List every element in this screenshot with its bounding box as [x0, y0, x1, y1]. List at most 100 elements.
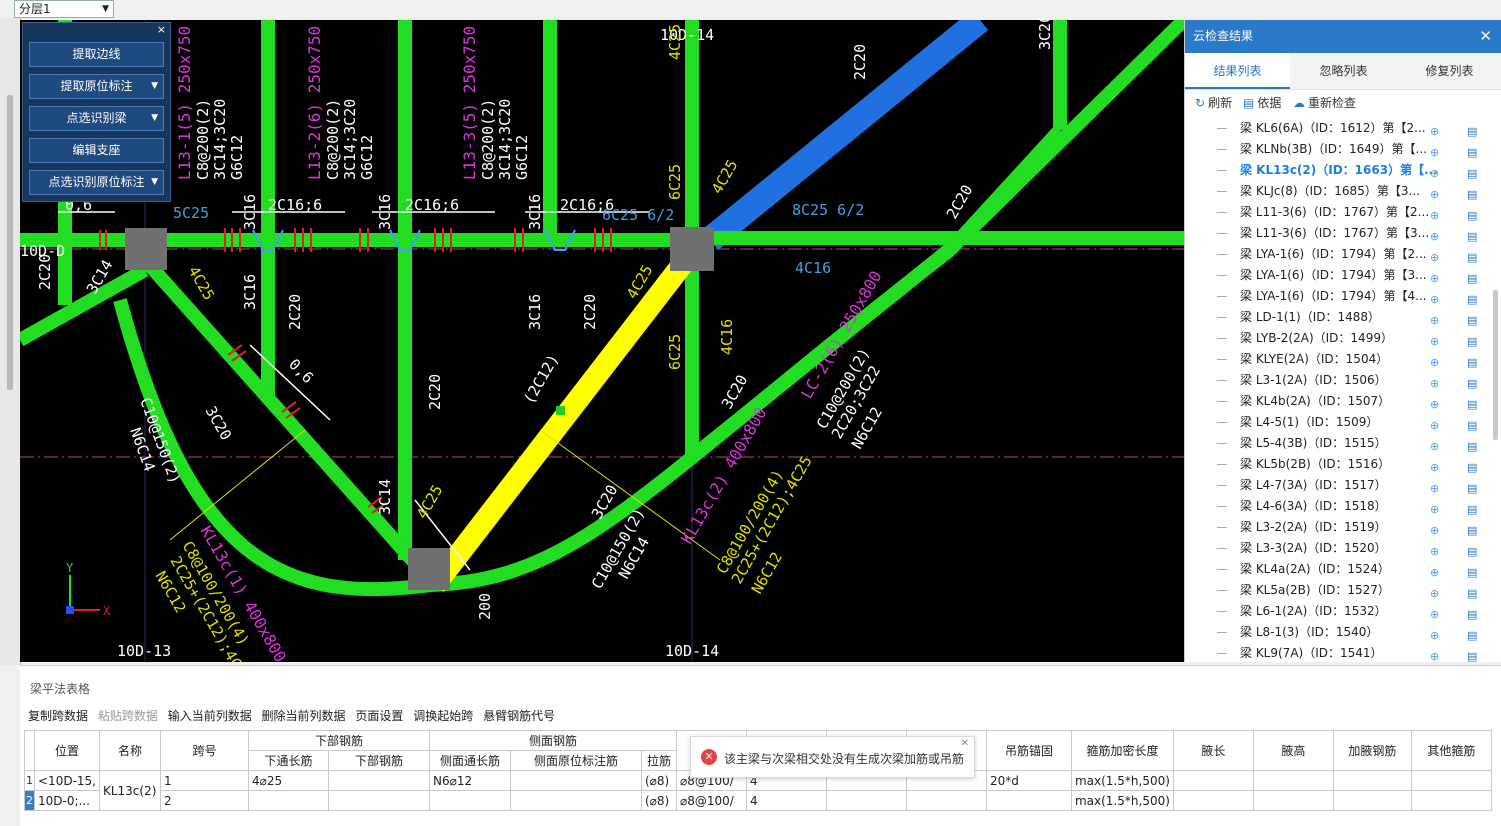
tab-fixed[interactable]: 修复列表: [1397, 53, 1501, 89]
cell[interactable]: [1332, 790, 1412, 811]
result-item[interactable]: 梁 L3-3(2A)（ID：1520） ⊕ ▤: [1185, 538, 1485, 559]
cell-hanger-anchor[interactable]: 20*d: [985, 770, 1072, 791]
cell-stirrup[interactable]: ⌀8@100/: [675, 790, 747, 811]
page-setup-button[interactable]: 页面设置: [355, 709, 403, 723]
paste-span-button[interactable]: 粘贴跨数据: [98, 709, 158, 723]
close-icon[interactable]: ×: [157, 23, 166, 36]
result-item[interactable]: 梁 L4-5(1)（ID：1509） ⊕ ▤: [1185, 412, 1485, 433]
button-label: 提取边线: [72, 47, 121, 61]
chevron-down-icon[interactable]: ▼: [151, 171, 158, 194]
result-item[interactable]: 梁 KL5a(2B)（ID：1527） ⊕ ▤: [1185, 580, 1485, 601]
cell-span[interactable]: 2: [159, 790, 249, 811]
result-item[interactable]: 梁 KLYE(2A)（ID：1504） ⊕ ▤: [1185, 349, 1485, 370]
basis-button[interactable]: ▤ 依据: [1243, 91, 1281, 115]
cell-tie[interactable]: (⌀8): [640, 790, 677, 811]
cell[interactable]: [905, 790, 987, 811]
table-row[interactable]: 2 10D-0;... 2 (⌀8) ⌀8@100/ 4 max(1.5*h,5…: [24, 790, 1492, 811]
refresh-button[interactable]: ↻ 刷新: [1195, 91, 1232, 115]
edit-support-button[interactable]: 编辑支座: [29, 138, 164, 163]
rebar-label: 3C14: [376, 479, 394, 515]
cell-dense-length[interactable]: max(1.5*h,500): [1070, 790, 1174, 811]
result-item-label: 梁 L5-4(3B)（ID：1515）: [1240, 436, 1387, 450]
pick-identify-beam-button[interactable]: 点选识别梁 ▼: [29, 106, 164, 131]
result-item[interactable]: 梁 LYB-2(2A)（ID：1499） ⊕ ▤: [1185, 328, 1485, 349]
recheck-button[interactable]: ☁ 重新检查: [1293, 91, 1356, 115]
cell-bottom-bar[interactable]: [327, 770, 430, 791]
input-column-button[interactable]: 输入当前列数据: [168, 709, 252, 723]
result-item[interactable]: 梁 LD-1(1)（ID：1488） ⊕ ▤: [1185, 307, 1485, 328]
result-item-label: 梁 L3-1(2A)（ID：1506）: [1240, 373, 1387, 387]
extract-in-situ-button[interactable]: 提取原位标注 ▼: [29, 74, 164, 99]
cell[interactable]: [1410, 770, 1492, 791]
left-scrollbar[interactable]: [7, 95, 13, 390]
cell[interactable]: [1172, 770, 1254, 791]
cell[interactable]: [1332, 770, 1412, 791]
cell-span[interactable]: 1: [159, 770, 249, 791]
cell[interactable]: [1252, 790, 1334, 811]
result-item[interactable]: 梁 KL9(7A)（ID：1541） ⊕ ▤: [1185, 643, 1485, 662]
result-item[interactable]: 梁 L3-2(2A)（ID：1519） ⊕ ▤: [1185, 517, 1485, 538]
rebar-label: 3C16: [376, 194, 394, 230]
result-item[interactable]: 梁 KL13c(2)（ID：1663）第【... ⊕ ▤: [1185, 160, 1485, 181]
cell-side-orig[interactable]: [509, 770, 642, 791]
rebar-label: 8C25 6/2: [792, 201, 864, 219]
result-item[interactable]: 梁 LYA-1(6)（ID：1794）第【2... ⊕ ▤: [1185, 244, 1485, 265]
rebar-label: 5C25: [173, 204, 209, 222]
cell-name[interactable]: KL13c(2): [98, 770, 161, 811]
cell-bottom-through[interactable]: [247, 790, 329, 811]
chevron-down-icon[interactable]: ▼: [151, 107, 158, 130]
delete-column-button[interactable]: 删除当前列数据: [262, 709, 346, 723]
result-item[interactable]: 梁 L11-3(6)（ID：1767）第【2... ⊕ ▤: [1185, 202, 1485, 223]
tab-ignored[interactable]: 忽略列表: [1291, 53, 1396, 89]
rebar-label: 2C20: [426, 374, 444, 410]
pick-identify-in-situ-button[interactable]: 点选识别原位标注 ▼: [29, 170, 164, 195]
cad-canvas[interactable]: 10D-14 10D-13 10D-14 10D-D L13-1(5) 250x…: [20, 20, 1184, 662]
cell-tie[interactable]: (⌀8): [640, 770, 677, 791]
result-item[interactable]: 梁 KLNb(3B)（ID：1649）第【... ⊕ ▤: [1185, 139, 1485, 160]
cell[interactable]: [1172, 790, 1254, 811]
rebar-label: 3C16: [241, 194, 259, 230]
cell[interactable]: [1410, 790, 1492, 811]
cell-side-through[interactable]: N6⌀12: [428, 770, 511, 791]
cell[interactable]: [1252, 770, 1334, 791]
result-item[interactable]: 梁 LYA-1(6)（ID：1794）第【4... ⊕ ▤: [1185, 286, 1485, 307]
result-item[interactable]: 梁 L11-3(6)（ID：1767）第【3... ⊕ ▤: [1185, 223, 1485, 244]
cell-position[interactable]: 10D-0;...: [34, 790, 100, 811]
panel-scrollbar[interactable]: [1493, 290, 1498, 440]
result-item[interactable]: 梁 L4-7(3A)（ID：1517） ⊕ ▤: [1185, 475, 1485, 496]
chevron-down-icon[interactable]: ▼: [151, 75, 158, 98]
cell-dense-length[interactable]: max(1.5*h,500): [1070, 770, 1174, 791]
cell-legs[interactable]: 4: [745, 790, 827, 811]
layer-select[interactable]: 分层1 ▼: [14, 0, 114, 18]
cell-bottom-bar[interactable]: [327, 790, 430, 811]
swap-start-span-button[interactable]: 调换起始跨: [413, 709, 473, 723]
close-icon[interactable]: ✕: [961, 738, 969, 749]
document-icon[interactable]: ▤: [1467, 646, 1477, 662]
result-item[interactable]: 梁 L8-1(3)（ID：1540） ⊕ ▤: [1185, 622, 1485, 643]
result-item[interactable]: 梁 L6-1(2A)（ID：1532） ⊕ ▤: [1185, 601, 1485, 622]
cell-side-through[interactable]: [428, 790, 511, 811]
copy-span-button[interactable]: 复制跨数据: [28, 709, 88, 723]
extract-edge-button[interactable]: 提取边线: [29, 42, 164, 67]
result-item[interactable]: 梁 KL4a(2A)（ID：1524） ⊕ ▤: [1185, 559, 1485, 580]
result-item[interactable]: 梁 L3-1(2A)（ID：1506） ⊕ ▤: [1185, 370, 1485, 391]
result-item[interactable]: 梁 KL6(6A)（ID：1612）第【2... ⊕ ▤: [1185, 118, 1485, 139]
locate-icon[interactable]: ⊕: [1430, 646, 1439, 662]
cell-side-orig[interactable]: [509, 790, 642, 811]
result-item[interactable]: 梁 KL5b(2B)（ID：1516） ⊕ ▤: [1185, 454, 1485, 475]
result-item-label: 梁 KL6(6A)（ID：1612）第【2...: [1240, 121, 1426, 135]
cantilever-code-button[interactable]: 悬臂钢筋代号: [483, 709, 555, 723]
cell-bottom-through[interactable]: 4⌀25: [247, 770, 329, 791]
tab-results[interactable]: 结果列表: [1185, 53, 1290, 89]
header-position: 位置: [34, 730, 100, 771]
cell-position[interactable]: <10D-15,: [34, 770, 100, 791]
result-item[interactable]: 梁 L5-4(3B)（ID：1515） ⊕ ▤: [1185, 433, 1485, 454]
cell-hanger-anchor[interactable]: [985, 790, 1072, 811]
result-item[interactable]: 梁 KLJc(8)（ID：1685）第【3... ⊕ ▤: [1185, 181, 1485, 202]
result-item[interactable]: 梁 KL4b(2A)（ID：1507） ⊕ ▤: [1185, 391, 1485, 412]
cell[interactable]: [825, 790, 907, 811]
result-item[interactable]: 梁 LYA-1(6)（ID：1794）第【3... ⊕ ▤: [1185, 265, 1485, 286]
tree-connector: [1217, 485, 1227, 486]
result-item[interactable]: 梁 L4-6(3A)（ID：1518） ⊕ ▤: [1185, 496, 1485, 517]
close-icon[interactable]: ✕: [1479, 20, 1492, 53]
